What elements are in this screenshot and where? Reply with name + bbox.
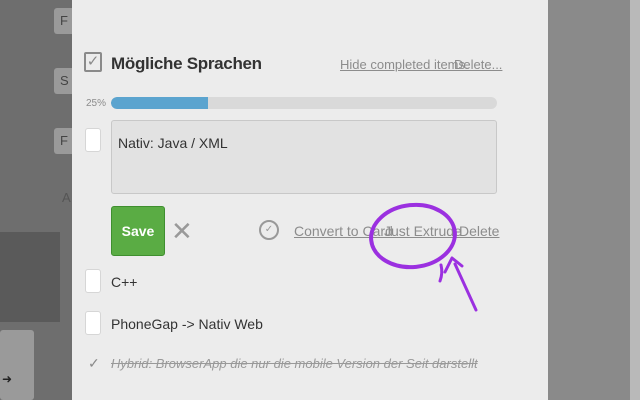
background-card-letter: F: [60, 133, 68, 148]
background-add-card[interactable]: A: [62, 190, 71, 205]
checklist-item-edit-input[interactable]: Nativ: Java / XML: [111, 120, 497, 194]
background-card-letter: S: [60, 73, 69, 88]
checklist-title: Mögliche Sprachen: [111, 54, 262, 73]
progress-bar: [111, 97, 497, 109]
save-button[interactable]: Save: [111, 206, 165, 256]
hide-completed-link[interactable]: Hide completed items.: [340, 57, 469, 72]
checklist-item[interactable]: PhoneGap -> Nativ Web: [111, 316, 263, 332]
board-backdrop-right: [548, 0, 640, 400]
checkbox-icon: ✓: [84, 52, 102, 72]
background-card-letter: F: [60, 13, 68, 28]
item-checkbox[interactable]: [85, 128, 101, 152]
background-list: [0, 232, 60, 322]
progress-bar-fill: [111, 97, 208, 109]
circle-check-icon[interactable]: ✓: [259, 220, 279, 240]
item-checkbox[interactable]: [85, 311, 101, 335]
check-icon[interactable]: ✓: [88, 355, 100, 372]
scrollbar[interactable]: [630, 0, 640, 400]
convert-to-card-link[interactable]: Convert to Card: [294, 223, 393, 239]
delete-item-link[interactable]: Delete: [459, 223, 499, 239]
checklist-item[interactable]: C++: [111, 274, 137, 290]
close-icon[interactable]: ✕: [171, 216, 193, 246]
background-list: [0, 330, 34, 400]
delete-checklist-link[interactable]: Delete...: [454, 57, 502, 72]
arrow-icon: ➜: [2, 372, 13, 386]
item-checkbox[interactable]: [85, 269, 101, 293]
checklist-item-completed[interactable]: Hybrid: BrowserApp die nur die mobile Ve…: [111, 356, 478, 371]
just-extrude-link[interactable]: Just Extrude: [384, 223, 462, 239]
progress-percentage: 25%: [86, 98, 107, 109]
